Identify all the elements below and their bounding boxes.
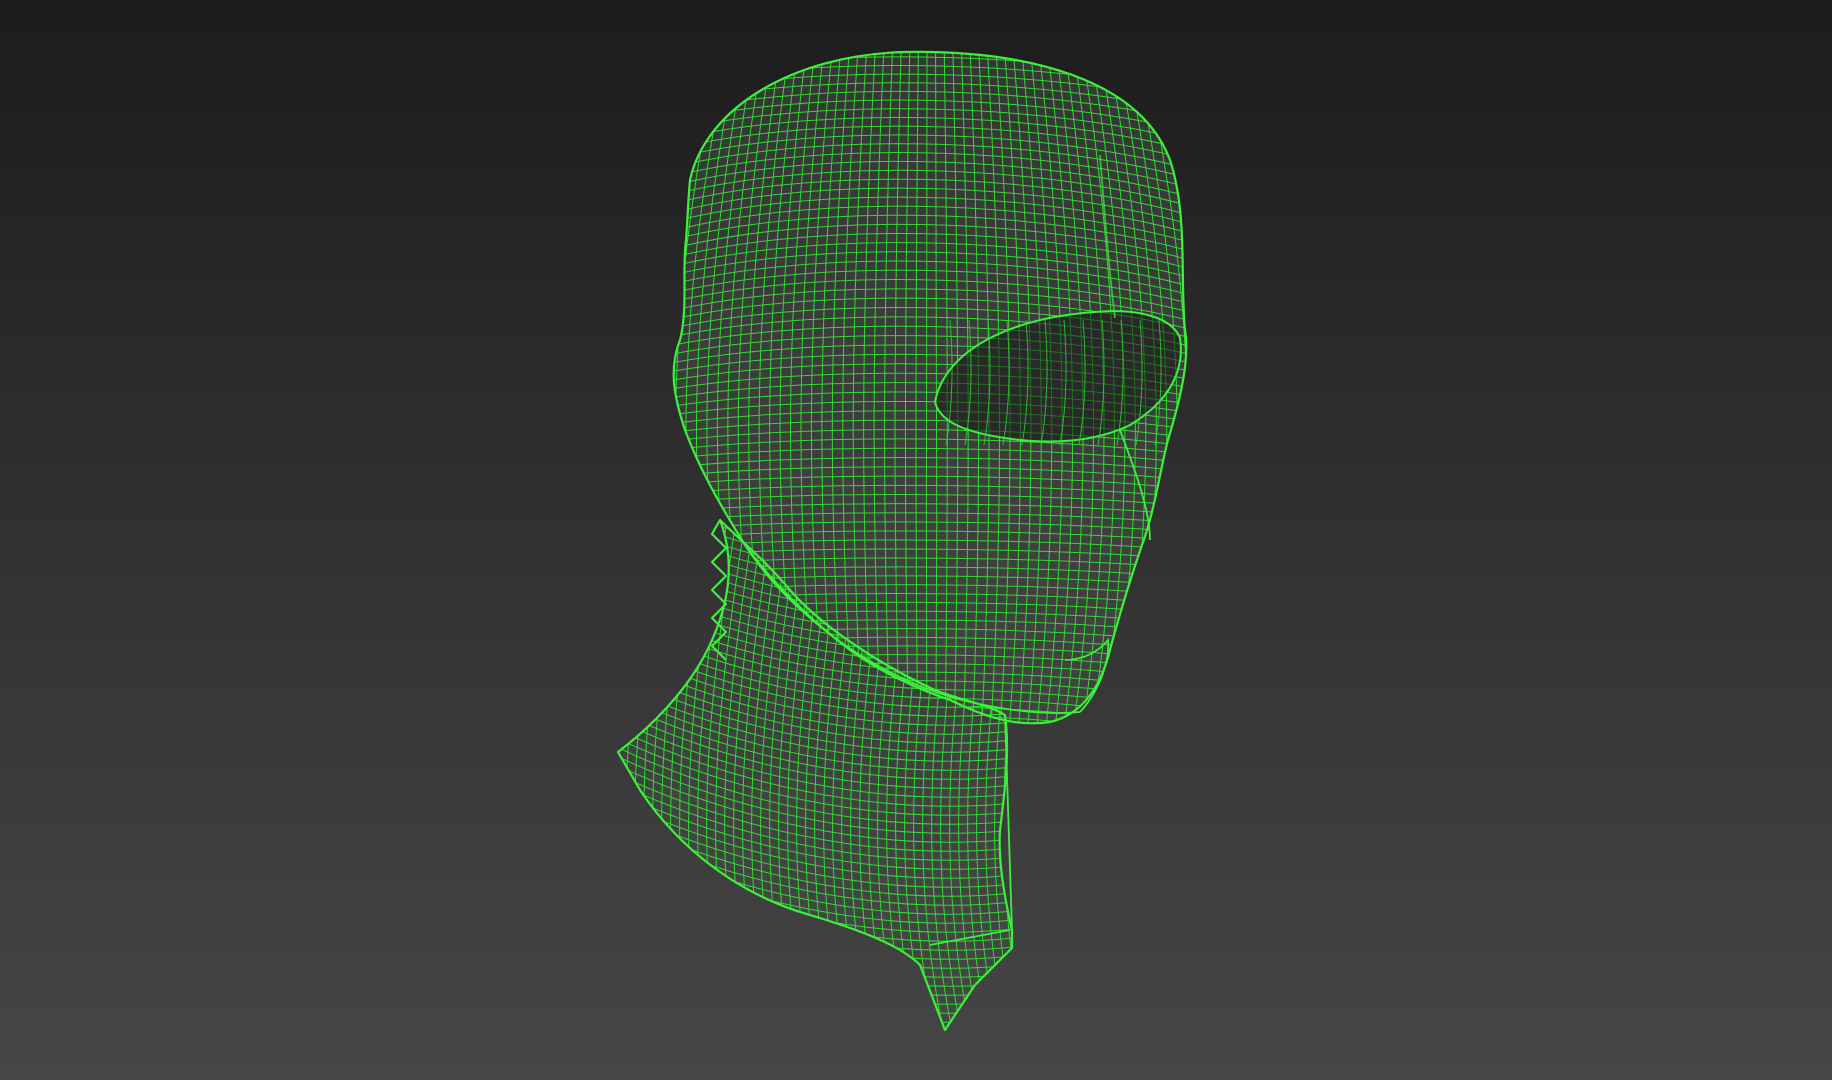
head-meridian <box>1174 51 1187 724</box>
head-meridian <box>925 51 928 724</box>
neck-parallel <box>618 990 1012 1030</box>
wireframe-head-model[interactable] <box>0 0 1832 1080</box>
head-meridian <box>673 51 680 724</box>
3d-viewport[interactable] <box>0 0 1832 1080</box>
neck-parallel <box>618 999 1012 1030</box>
